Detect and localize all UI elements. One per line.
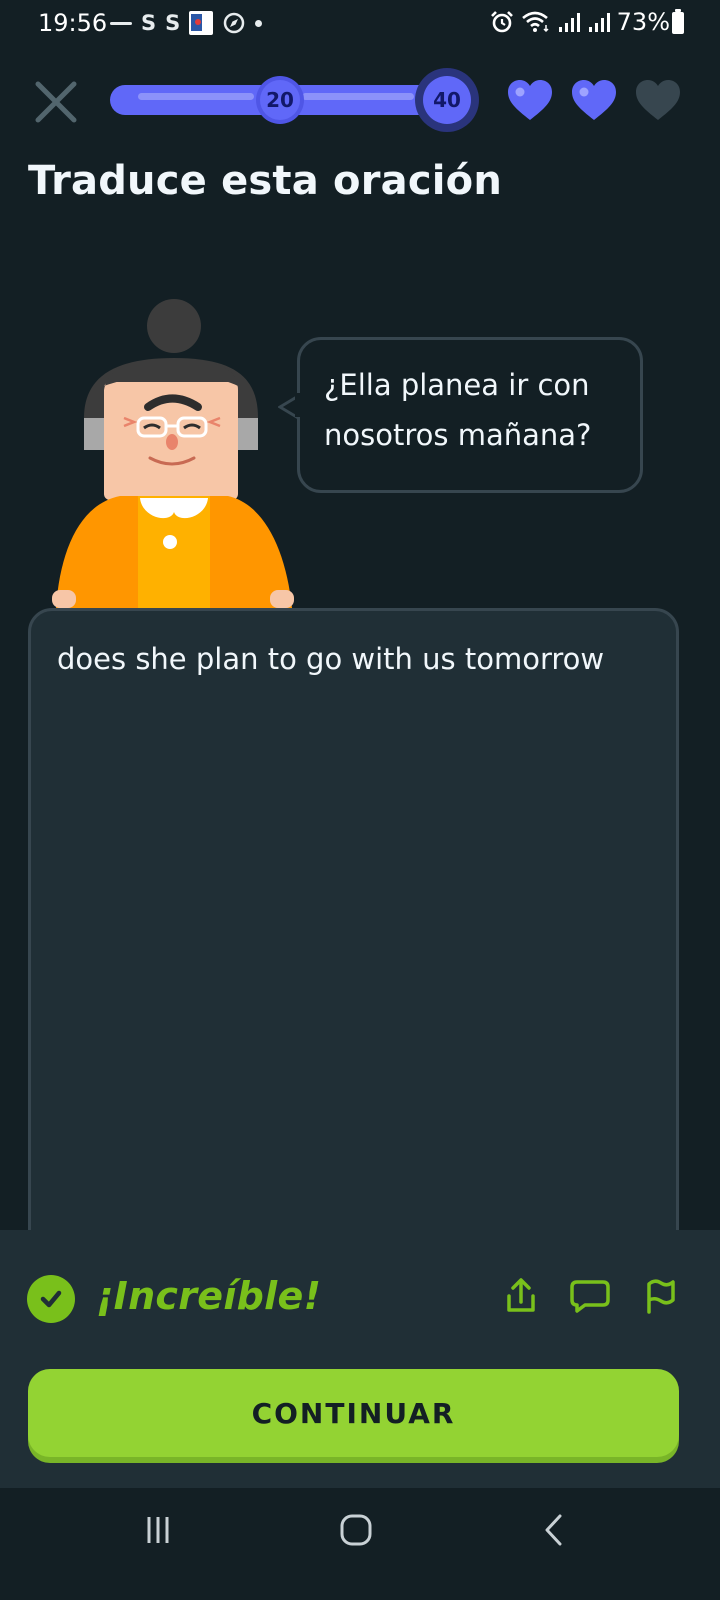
continue-button-label: CONTINUAR <box>251 1396 456 1430</box>
comment-button[interactable] <box>566 1272 614 1320</box>
notification-dash-icon <box>110 21 132 25</box>
answer-text: does she plan to go with us tomorrow <box>57 642 605 676</box>
flag-icon <box>647 1279 675 1314</box>
back-button[interactable] <box>524 1508 584 1552</box>
recent-apps-button[interactable] <box>128 1508 188 1552</box>
report-button[interactable] <box>635 1272 683 1320</box>
battery-icon <box>672 9 684 34</box>
check-icon <box>40 1290 62 1308</box>
signal-icon <box>558 13 580 32</box>
character-illustration <box>52 299 294 608</box>
prompt-sentence-line-1: ¿Ella planea ir con <box>324 368 590 402</box>
status-time: 19:56 <box>38 9 108 37</box>
heart-empty-icon <box>636 80 680 120</box>
close-button[interactable] <box>34 80 78 124</box>
prompt-sentence-line-2: nosotros mañana? <box>324 418 592 452</box>
bubble-tail-mask <box>295 393 301 417</box>
hearts <box>506 78 682 122</box>
image-thumbnail-icon <box>189 11 214 35</box>
continue-button[interactable]: CONTINUAR <box>28 1369 679 1457</box>
comment-icon <box>570 1280 610 1313</box>
answer-textarea[interactable]: does she plan to go with us tomorrow <box>28 608 679 1328</box>
status-bar: 19:56 S S 73% <box>0 0 720 48</box>
feedback-title: ¡Increíble! <box>96 1274 322 1318</box>
compass-icon <box>224 12 245 34</box>
correct-status <box>27 1275 75 1323</box>
system-icons: 73% <box>489 8 670 36</box>
battery-percent: 73% <box>616 8 670 36</box>
home-icon <box>340 1514 372 1546</box>
close-icon <box>35 81 77 123</box>
exercise-instruction: Traduce esta oración <box>28 158 503 204</box>
progress-shine <box>138 93 254 100</box>
share-button[interactable] <box>497 1272 545 1320</box>
heart-full-icon <box>508 80 552 120</box>
dot-icon <box>255 19 263 27</box>
alarm-icon <box>490 11 513 33</box>
back-icon <box>545 1514 562 1546</box>
notification-icons: S S <box>110 10 263 36</box>
progress-bar: 20 40 <box>110 76 471 124</box>
heart-full-icon <box>572 80 616 120</box>
recent-apps-icon <box>147 1517 169 1543</box>
milestone-40: 40 <box>423 76 471 124</box>
speech-bubble[interactable]: ¿Ella planea ir con nosotros mañana? <box>297 337 643 493</box>
progress-shine <box>302 93 414 100</box>
share-icon <box>507 1278 535 1312</box>
home-button[interactable] <box>326 1508 386 1552</box>
s-app-icon: S <box>165 11 181 35</box>
s-app-icon: S <box>141 11 157 35</box>
wifi-icon <box>521 11 549 33</box>
milestone-20: 20 <box>260 80 300 120</box>
signal-icon <box>588 13 610 32</box>
